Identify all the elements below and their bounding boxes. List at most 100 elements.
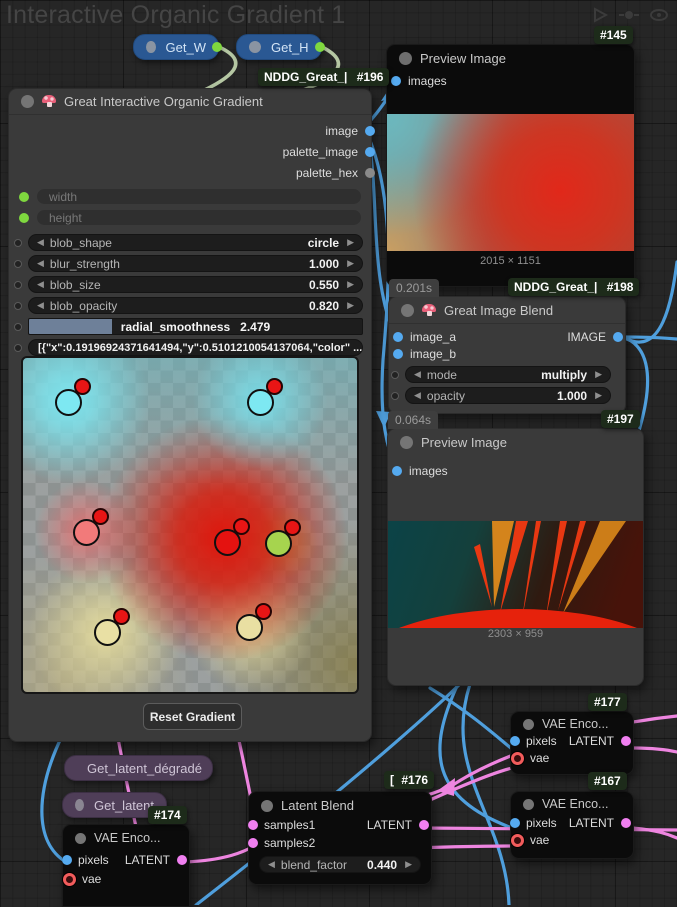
widget-socket[interactable] bbox=[391, 370, 399, 379]
input-socket-width[interactable] bbox=[19, 191, 29, 202]
node-vae-encode-167[interactable]: VAE Enco... pixels LATENT vae bbox=[510, 791, 634, 859]
preview-image[interactable] bbox=[387, 114, 634, 251]
blob-color-handle[interactable] bbox=[232, 518, 250, 536]
preview-image[interactable] bbox=[353, 521, 677, 733]
collapse-dot[interactable] bbox=[399, 52, 412, 65]
gradient-editor-canvas[interactable] bbox=[21, 356, 359, 694]
node-vae-encode-174[interactable]: VAE Enco... pixels LATENT vae bbox=[62, 824, 190, 907]
output-socket-latent[interactable] bbox=[177, 855, 187, 865]
collapse-dot[interactable] bbox=[146, 41, 156, 53]
widget-socket[interactable] bbox=[14, 280, 22, 289]
node-latent-blend[interactable]: Latent Blend samples1 LATENT samples2 ◀ b… bbox=[248, 791, 432, 885]
next-arrow-icon[interactable]: ▶ bbox=[347, 301, 354, 310]
node-header[interactable]: VAE Enco... bbox=[511, 792, 633, 813]
gradient-blob-marker[interactable] bbox=[54, 377, 91, 416]
gradient-blob-marker[interactable] bbox=[94, 608, 130, 647]
input-width[interactable]: width bbox=[9, 186, 371, 207]
node-header[interactable]: VAE Enco... bbox=[511, 712, 633, 733]
collapse-dot[interactable] bbox=[249, 41, 261, 53]
blob-color-handle[interactable] bbox=[266, 377, 284, 395]
gradient-blob-marker[interactable] bbox=[247, 377, 284, 416]
output-socket[interactable] bbox=[315, 42, 325, 52]
gradient-blob-marker[interactable] bbox=[236, 603, 273, 642]
points-json-value[interactable]: [{"x":0.19196924371641494,"y":0.51012100… bbox=[28, 339, 363, 356]
output-socket-palette-hex[interactable] bbox=[365, 167, 375, 178]
prev-arrow-icon[interactable]: ◀ bbox=[414, 391, 421, 400]
output-socket-latent[interactable] bbox=[621, 736, 631, 746]
output-socket-latent[interactable] bbox=[419, 820, 429, 830]
output-socket-latent[interactable] bbox=[621, 818, 631, 828]
node-preview-image-145[interactable]: Preview Image images 2015 × 1151 bbox=[386, 44, 635, 287]
widget-points-json[interactable]: [{"x":0.19196924371641494,"y":0.51012100… bbox=[9, 337, 371, 358]
collapse-dot[interactable] bbox=[523, 798, 534, 810]
node-vae-encode-177[interactable]: VAE Enco... pixels LATENT vae bbox=[510, 711, 634, 775]
widget-mode[interactable]: ◀ mode multiply ▶ bbox=[389, 364, 625, 385]
next-arrow-icon[interactable]: ▶ bbox=[347, 259, 354, 268]
widget-blend-factor[interactable]: ◀ blend_factor 0.440 ▶ bbox=[249, 854, 431, 875]
widget-socket[interactable] bbox=[14, 238, 22, 247]
node-get-w[interactable]: Get_W bbox=[133, 34, 222, 60]
collapse-dot[interactable] bbox=[523, 718, 534, 730]
input-socket-samples2[interactable] bbox=[248, 838, 258, 848]
widget-blur-strength[interactable]: ◀ blur_strength 1.000 ▶ bbox=[9, 253, 371, 274]
prev-arrow-icon[interactable]: ◀ bbox=[37, 238, 44, 247]
collapse-dot[interactable] bbox=[75, 832, 86, 844]
input-pill-width[interactable]: width bbox=[37, 189, 361, 204]
collapse-dot[interactable] bbox=[75, 799, 84, 811]
node-header[interactable]: Latent Blend bbox=[249, 792, 431, 815]
input-socket-image-a[interactable] bbox=[393, 332, 403, 342]
next-arrow-icon[interactable]: ▶ bbox=[405, 860, 412, 869]
node-great-interactive-organic-gradient[interactable]: Great Interactive Organic Gradient image… bbox=[8, 88, 375, 742]
next-arrow-icon[interactable]: ▶ bbox=[595, 370, 602, 379]
input-socket-height[interactable] bbox=[19, 212, 29, 223]
prev-arrow-icon[interactable]: ◀ bbox=[37, 280, 44, 289]
gradient-blob-marker[interactable] bbox=[213, 518, 250, 557]
blob-color-handle[interactable] bbox=[73, 377, 91, 395]
output-socket[interactable] bbox=[212, 42, 222, 52]
reset-gradient-button[interactable]: Reset Gradient bbox=[143, 703, 242, 730]
next-arrow-icon[interactable]: ▶ bbox=[595, 391, 602, 400]
blob-color-handle[interactable] bbox=[255, 603, 273, 621]
input-socket-samples1[interactable] bbox=[248, 820, 258, 830]
prev-arrow-icon[interactable]: ◀ bbox=[414, 370, 421, 379]
gradient-blob-marker[interactable] bbox=[73, 507, 110, 546]
gradient-blob-marker[interactable] bbox=[265, 519, 301, 558]
input-pill-height[interactable]: height bbox=[37, 210, 361, 225]
input-socket-vae[interactable] bbox=[63, 872, 76, 886]
node-header[interactable]: Great Image Blend bbox=[389, 297, 625, 324]
node-get-latent-degrade[interactable]: Get_latent_dégradé bbox=[64, 755, 213, 781]
prev-arrow-icon[interactable]: ◀ bbox=[37, 259, 44, 268]
widget-socket[interactable] bbox=[391, 391, 399, 400]
widget-socket[interactable] bbox=[14, 322, 22, 331]
node-preview-image-197[interactable]: Preview Image images 2303 × 959 bbox=[353, 428, 677, 733]
widget-blob-size[interactable]: ◀ blob_size 0.550 ▶ bbox=[9, 274, 371, 295]
input-socket-images[interactable] bbox=[391, 76, 401, 86]
input-height[interactable]: height bbox=[9, 207, 371, 228]
blob-color-handle[interactable] bbox=[284, 519, 301, 537]
widget-socket[interactable] bbox=[14, 301, 22, 310]
node-header[interactable]: VAE Enco... bbox=[63, 825, 189, 847]
widget-socket[interactable] bbox=[14, 259, 22, 268]
widget-blob-shape[interactable]: ◀ blob_shape circle ▶ bbox=[9, 232, 371, 253]
node-great-image-blend[interactable]: Great Image Blend image_a IMAGE image_b … bbox=[388, 296, 626, 414]
input-socket-pixels[interactable] bbox=[510, 736, 520, 746]
collapse-dot[interactable] bbox=[21, 95, 34, 108]
widget-opacity[interactable]: ◀ opacity 1.000 ▶ bbox=[389, 385, 625, 406]
output-socket-image[interactable] bbox=[613, 332, 623, 342]
radial-smoothness-slider[interactable]: radial_smoothness 2.479 bbox=[28, 318, 363, 335]
widget-radial-smoothness[interactable]: radial_smoothness 2.479 bbox=[9, 316, 371, 337]
prev-arrow-icon[interactable]: ◀ bbox=[268, 860, 275, 869]
node-header[interactable]: Preview Image bbox=[387, 45, 634, 72]
input-socket-pixels[interactable] bbox=[62, 855, 72, 865]
next-arrow-icon[interactable]: ▶ bbox=[347, 238, 354, 247]
node-header[interactable]: Great Interactive Organic Gradient bbox=[9, 89, 371, 115]
input-socket-image-b[interactable] bbox=[393, 349, 403, 359]
input-socket-vae[interactable] bbox=[511, 833, 524, 847]
collapse-dot[interactable] bbox=[261, 799, 273, 812]
blob-color-handle[interactable] bbox=[113, 608, 130, 626]
blob-color-handle[interactable] bbox=[92, 507, 110, 525]
widget-socket[interactable] bbox=[14, 343, 22, 352]
node-header[interactable]: Preview Image bbox=[388, 429, 643, 456]
node-graph-canvas[interactable]: { "workflow": { "title": "Interactive Or… bbox=[0, 0, 677, 907]
collapse-dot[interactable] bbox=[401, 303, 414, 317]
